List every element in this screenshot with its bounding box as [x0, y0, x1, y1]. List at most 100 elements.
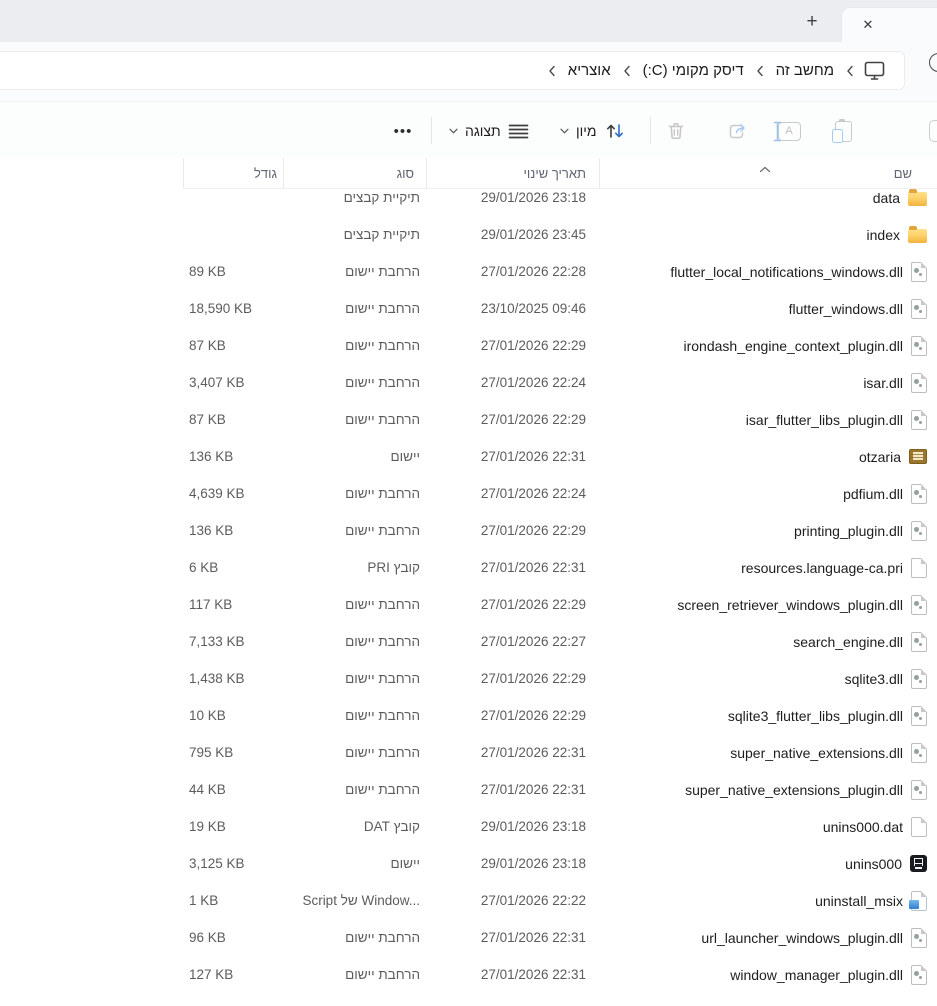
- folder-icon: [908, 192, 927, 206]
- share-button[interactable]: [718, 113, 758, 149]
- table-row[interactable]: window_manager_plugin.dll 27/01/2026 22:…: [0, 956, 937, 993]
- date-modified-cell: 27/01/2026 22:31: [426, 782, 599, 797]
- file-name: printing_plugin.dll: [794, 523, 903, 539]
- name-cell: printing_plugin.dll: [599, 521, 937, 541]
- table-row[interactable]: printing_plugin.dll 27/01/2026 22:29 הרח…: [0, 512, 937, 549]
- size-cell: 89 KB: [183, 264, 283, 279]
- file-name: unins000: [845, 856, 902, 872]
- table-row[interactable]: otzaria 27/01/2026 22:31 יישום 136 KB: [0, 438, 937, 475]
- column-header-date-modified[interactable]: תאריך שינוי: [426, 158, 599, 189]
- table-row[interactable]: url_launcher_windows_plugin.dll 27/01/20…: [0, 919, 937, 956]
- size-cell: 795 KB: [183, 745, 283, 760]
- paste-button[interactable]: [823, 113, 863, 149]
- table-row[interactable]: search_engine.dll 27/01/2026 22:27 הרחבת…: [0, 623, 937, 660]
- sort-arrows-icon: [604, 122, 626, 140]
- file-name: otzaria: [859, 449, 901, 465]
- table-row[interactable]: screen_retriever_windows_plugin.dll 27/0…: [0, 586, 937, 623]
- table-row[interactable]: unins000 29/01/2026 23:18 יישום 3,125 KB: [0, 845, 937, 882]
- dll-icon: [911, 336, 927, 356]
- type-cell: הרחבת יישום: [283, 264, 426, 279]
- rename-button[interactable]: A: [769, 113, 809, 149]
- installer-icon: [910, 855, 927, 872]
- table-row[interactable]: resources.language-ca.pri 27/01/2026 22:…: [0, 549, 937, 586]
- book-icon: [909, 449, 927, 464]
- file-name: isar_flutter_libs_plugin.dll: [746, 412, 903, 428]
- type-cell: Script של Window...: [283, 893, 426, 908]
- name-cell: data: [599, 189, 937, 206]
- date-modified-cell: 27/01/2026 22:31: [426, 745, 599, 760]
- name-cell: resources.language-ca.pri: [599, 558, 937, 578]
- file-name: screen_retriever_windows_plugin.dll: [677, 597, 903, 613]
- this-pc-icon: [861, 59, 888, 82]
- delete-button[interactable]: [656, 113, 696, 149]
- name-cell: super_native_extensions.dll: [599, 743, 937, 763]
- name-cell: super_native_extensions_plugin.dll: [599, 780, 937, 800]
- type-cell: תיקיית קבצים: [283, 190, 426, 205]
- chevron-left-icon[interactable]: [756, 65, 764, 77]
- table-row[interactable]: pdfium.dll 27/01/2026 22:24 הרחבת יישום …: [0, 475, 937, 512]
- file-name: flutter_local_notifications_windows.dll: [670, 264, 903, 280]
- dll-icon: [911, 669, 927, 689]
- table-row[interactable]: sqlite3_flutter_libs_plugin.dll 27/01/20…: [0, 697, 937, 734]
- table-row[interactable]: super_native_extensions.dll 27/01/2026 2…: [0, 734, 937, 771]
- file-name: search_engine.dll: [793, 634, 903, 650]
- date-modified-cell: 27/01/2026 22:22: [426, 893, 599, 908]
- table-row[interactable]: isar.dll 27/01/2026 22:24 הרחבת יישום 3,…: [0, 364, 937, 401]
- new-tab-button[interactable]: +: [799, 9, 825, 35]
- dll-icon: [911, 595, 927, 615]
- table-row[interactable]: sqlite3.dll 27/01/2026 22:29 הרחבת יישום…: [0, 660, 937, 697]
- name-cell: url_launcher_windows_plugin.dll: [599, 928, 937, 948]
- date-modified-cell: 27/01/2026 22:28: [426, 264, 599, 279]
- toolbar-divider: [650, 117, 651, 144]
- type-cell: הרחבת יישום: [283, 967, 426, 982]
- chevron-left-icon[interactable]: [548, 65, 556, 77]
- name-cell: otzaria: [599, 449, 937, 465]
- column-header-type[interactable]: סוג: [283, 158, 426, 189]
- refresh-icon[interactable]: [929, 53, 937, 72]
- type-cell: קובץ PRI: [283, 560, 426, 575]
- dll-icon: [911, 632, 927, 652]
- size-cell: 3,125 KB: [183, 856, 283, 871]
- file-name: data: [873, 190, 900, 206]
- name-cell: flutter_windows.dll: [599, 299, 937, 319]
- tab-close-icon[interactable]: ✕: [856, 13, 880, 37]
- table-row[interactable]: uninstall_msix 27/01/2026 22:22 Script ש…: [0, 882, 937, 919]
- date-modified-cell: 27/01/2026 22:29: [426, 338, 599, 353]
- view-button[interactable]: תצוגה: [441, 113, 537, 149]
- table-row[interactable]: index 29/01/2026 23:45 תיקיית קבצים: [0, 216, 937, 253]
- file-icon: [911, 817, 927, 837]
- breadcrumb-this-pc[interactable]: מחשב זה: [767, 62, 843, 79]
- dll-icon: [911, 965, 927, 985]
- sort-button[interactable]: מיון: [552, 113, 634, 149]
- address-box[interactable]: מחשב זה דיסק מקומי (C:) אוצריא: [0, 51, 905, 90]
- type-cell: הרחבת יישום: [283, 671, 426, 686]
- chevron-left-icon[interactable]: [846, 65, 854, 77]
- chevron-left-icon[interactable]: [623, 65, 631, 77]
- date-modified-cell: 27/01/2026 22:29: [426, 523, 599, 538]
- size-cell: 1,438 KB: [183, 671, 283, 686]
- table-row[interactable]: super_native_extensions_plugin.dll 27/01…: [0, 771, 937, 808]
- file-icon: [911, 558, 927, 578]
- table-row[interactable]: isar_flutter_libs_plugin.dll 27/01/2026 …: [0, 401, 937, 438]
- date-modified-cell: 29/01/2026 23:18: [426, 190, 599, 205]
- size-cell: 136 KB: [183, 449, 283, 464]
- breadcrumb-otzaria[interactable]: אוצריא: [559, 62, 620, 79]
- clipboard-edge-icon[interactable]: [928, 113, 937, 149]
- name-cell: sqlite3_flutter_libs_plugin.dll: [599, 706, 937, 726]
- active-tab[interactable]: ✕: [841, 7, 937, 43]
- size-cell: 127 KB: [183, 967, 283, 982]
- size-cell: 87 KB: [183, 412, 283, 427]
- table-row[interactable]: irondash_engine_context_plugin.dll 27/01…: [0, 327, 937, 364]
- table-row[interactable]: flutter_local_notifications_windows.dll …: [0, 253, 937, 290]
- more-options-button[interactable]: •••: [383, 113, 423, 155]
- folder-icon: [908, 229, 927, 243]
- trash-icon: [666, 121, 686, 141]
- column-header-size[interactable]: גודל: [183, 158, 283, 189]
- table-row[interactable]: flutter_windows.dll 23/10/2025 09:46 הרח…: [0, 290, 937, 327]
- type-cell: הרחבת יישום: [283, 375, 426, 390]
- type-cell: הרחבת יישום: [283, 486, 426, 501]
- breadcrumb-local-disk-c[interactable]: דיסק מקומי (C:): [634, 62, 753, 79]
- dll-icon: [911, 373, 927, 393]
- type-cell: הרחבת יישום: [283, 412, 426, 427]
- table-row[interactable]: unins000.dat 29/01/2026 23:18 קובץ DAT 1…: [0, 808, 937, 845]
